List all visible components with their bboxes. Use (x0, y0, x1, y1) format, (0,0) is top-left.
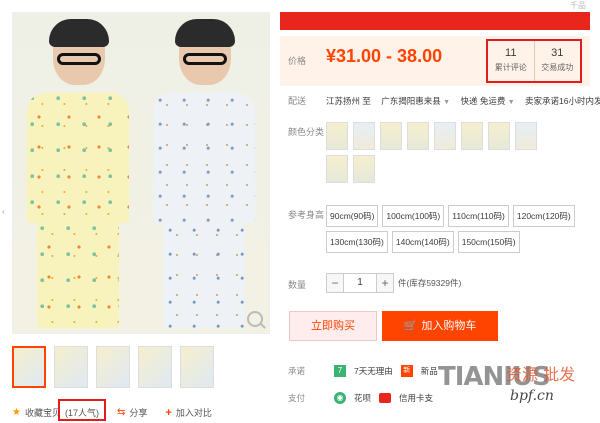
ship-destination[interactable]: 广东揭阳惠来县 ▼ (381, 96, 450, 106)
product-actions: ★ 收藏宝贝 (17人气) ⇆ 分享 + 加入对比 (12, 406, 212, 419)
size-option[interactable]: 100cm(100码) (382, 205, 445, 227)
color-swatch[interactable] (326, 155, 348, 183)
quantity-stepper: − 1 + 件(库存59329件) (326, 273, 461, 293)
size-row: 参考身高 (288, 210, 325, 220)
cart-icon: 🛒 (403, 320, 418, 332)
highlight-box-popularity (58, 399, 106, 421)
size-option[interactable]: 90cm(90码) (326, 205, 379, 227)
color-options (326, 122, 546, 183)
quantity-minus-button[interactable]: − (326, 273, 344, 293)
chevron-down-icon: ▼ (507, 98, 515, 106)
size-option[interactable]: 110cm(110码) (448, 205, 509, 227)
ship-origin: 江苏扬州 至 (326, 95, 371, 106)
color-swatch[interactable] (407, 122, 429, 150)
size-option[interactable]: 140cm(140码) (391, 231, 454, 253)
color-swatch[interactable] (326, 122, 348, 150)
chevron-down-icon: ▼ (443, 98, 451, 106)
thumbnail[interactable] (12, 346, 46, 388)
huabei-icon: ◉ (334, 392, 346, 404)
quantity-row: 数量 (288, 280, 307, 290)
plus-icon: + (165, 406, 172, 419)
main-product-image[interactable] (12, 12, 270, 334)
color-row: 颜色分类 (288, 127, 325, 137)
add-to-cart-button[interactable]: 🛒 加入购物车 (382, 311, 498, 341)
watermark-cn: 资源 批发 (506, 365, 576, 384)
stock-text: 件(库存59329件) (398, 278, 462, 288)
thumbnail[interactable] (138, 346, 172, 388)
color-swatch[interactable] (380, 122, 402, 150)
ship-method: 快递 免运费 ▼ (460, 95, 515, 106)
thumbnail[interactable] (180, 346, 214, 388)
share-button[interactable]: ⇆ 分享 (117, 406, 147, 419)
size-option[interactable]: 130cm(130码) (326, 231, 388, 253)
seven-day-badge-icon: 7 (334, 365, 346, 377)
zoom-icon[interactable] (247, 311, 263, 327)
corner-text: 千品 (570, 1, 586, 10)
thumbnail-strip (12, 346, 214, 388)
thumbnail[interactable] (96, 346, 130, 388)
color-swatch[interactable] (461, 122, 483, 150)
color-swatch[interactable] (434, 122, 456, 150)
quantity-input[interactable]: 1 (344, 273, 376, 293)
size-option[interactable]: 150cm(150码) (457, 231, 520, 253)
product-page: ‹ ★ 收藏宝贝 (17人气) ⇆ 分享 + 加入对比 千品 价格 ¥31.00… (0, 0, 600, 423)
size-options: 90cm(90码) 100cm(100码) 110cm(110码) 120cm(120… (326, 205, 594, 253)
model-left (19, 19, 137, 328)
credit-card-icon (379, 393, 392, 403)
color-swatch[interactable] (488, 122, 510, 150)
promo-banner (280, 12, 590, 30)
star-icon: ★ (12, 407, 21, 418)
sales-stats-highlight: 11 累计评论 31 交易成功 (486, 39, 582, 83)
color-swatch[interactable] (515, 122, 537, 150)
buy-now-button[interactable]: 立即购买 (289, 311, 377, 341)
huabei-link[interactable]: 花呗 (354, 392, 371, 404)
promise-row: 承诺 7 7天无理由 新 新品 (288, 365, 438, 377)
model-right (145, 19, 263, 328)
compare-button[interactable]: + 加入对比 (165, 406, 211, 419)
scroll-left-icon[interactable]: ‹ (2, 207, 5, 216)
thumbnail[interactable] (54, 346, 88, 388)
color-swatch[interactable] (353, 155, 375, 183)
price-panel: 价格 ¥31.00 - 38.00 11 累计评论 31 交易成功 (280, 36, 590, 86)
new-badge-icon: 新 (400, 365, 413, 377)
price-label: 价格 (288, 56, 307, 66)
payment-row: 支付 ◉ 花呗 信用卡支 (288, 392, 434, 404)
color-swatch[interactable] (353, 122, 375, 150)
size-option[interactable]: 120cm(120码) (512, 205, 575, 227)
price-value: ¥31.00 - 38.00 (326, 46, 443, 66)
watermark-url: bpf.cn (510, 388, 554, 404)
shipping-row: 配送 江苏扬州 至 广东揭阳惠来县 ▼ 快递 免运费 ▼ 卖家承诺16小时内发货 (288, 94, 600, 107)
ship-promise: 卖家承诺16小时内发货 (525, 95, 600, 106)
seven-day-return-link[interactable]: 7天无理由 (354, 365, 393, 377)
share-icon: ⇆ (117, 407, 126, 418)
quantity-plus-button[interactable]: + (376, 273, 394, 293)
sales-stat: 31 交易成功 (533, 41, 581, 81)
review-stat[interactable]: 11 累计评论 (488, 41, 534, 81)
